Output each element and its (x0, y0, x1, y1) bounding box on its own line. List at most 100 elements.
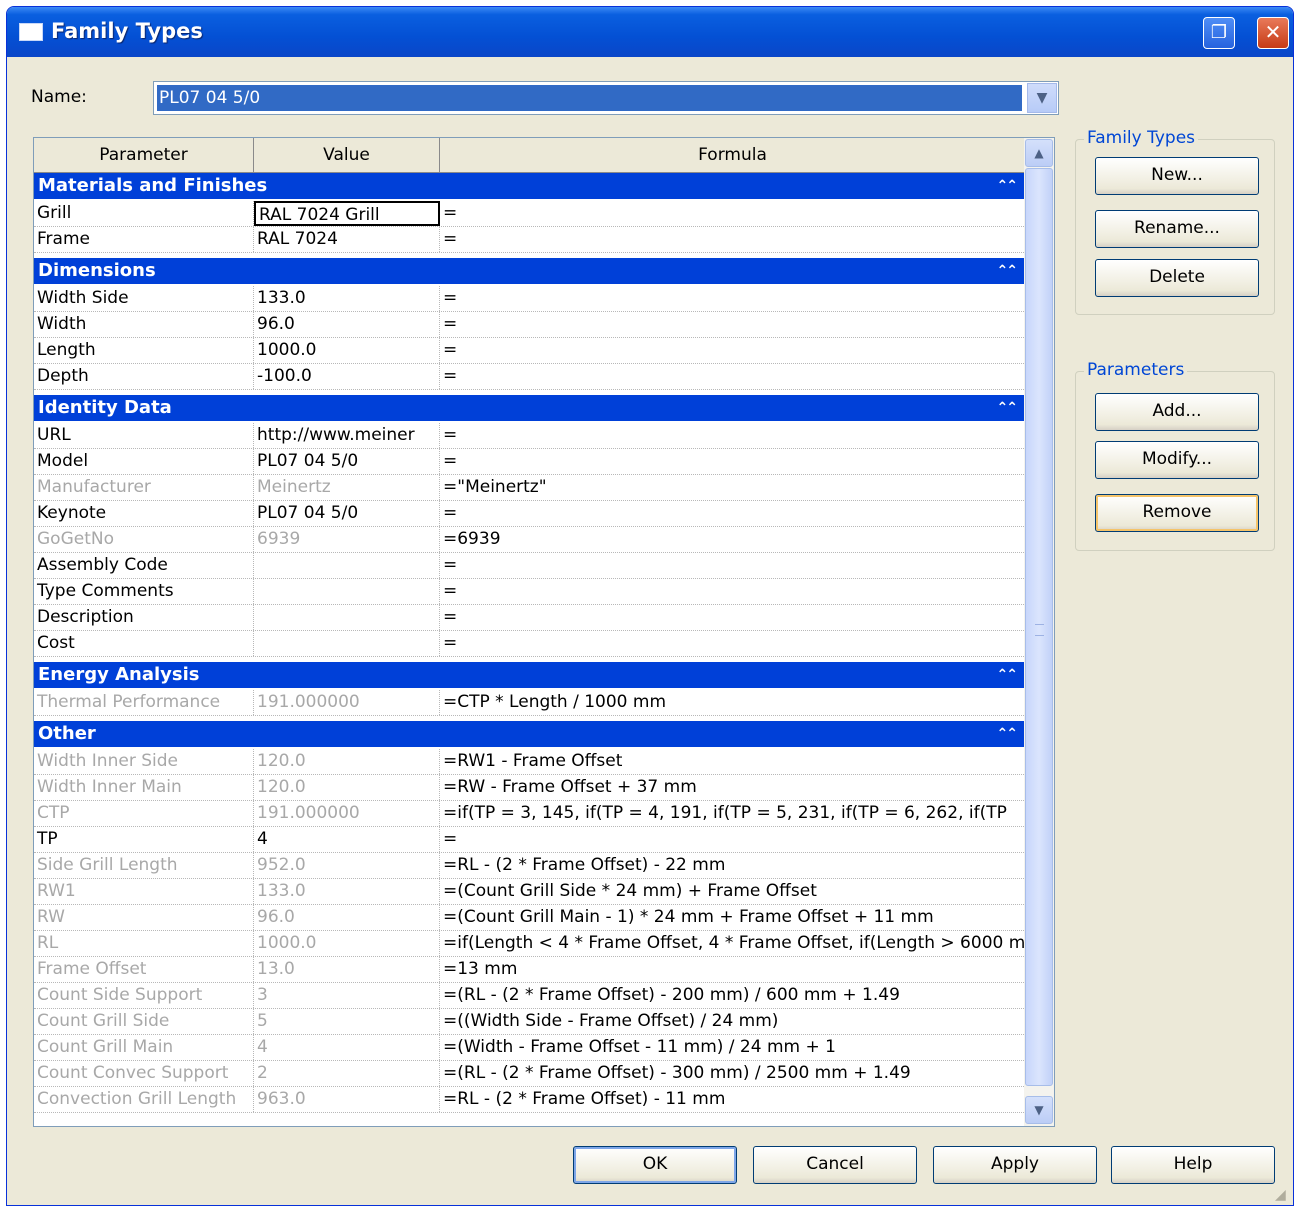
close-icon[interactable]: ✕ (1257, 17, 1289, 49)
table-row[interactable]: Depth -100.0 = (34, 364, 1024, 390)
formula-cell[interactable]: = (440, 423, 1024, 448)
chevron-down-icon[interactable]: ▼ (1027, 83, 1057, 113)
scroll-down-icon[interactable]: ▼ (1025, 1096, 1053, 1124)
collapse-icon[interactable]: ⌃⌃ (997, 258, 1019, 284)
value-cell[interactable]: 5 (254, 1009, 440, 1034)
table-row[interactable]: RW1 133.0 =(Count Grill Side * 24 mm) + Fr… (34, 879, 1024, 905)
value-cell[interactable]: PL07 04 5/0 (254, 449, 440, 474)
formula-cell[interactable]: =(RL - (2 * Frame Offset) - 200 mm) / 60… (440, 983, 1024, 1008)
column-header-value[interactable]: Value (254, 138, 440, 172)
restore-icon[interactable]: ❐ (1203, 17, 1235, 49)
formula-cell[interactable]: =6939 (440, 527, 1024, 552)
table-row[interactable]: URL http://www.meiner = (34, 423, 1024, 449)
table-row[interactable]: Count Side Support 3 =(RL - (2 * Frame Off… (34, 983, 1024, 1009)
table-row[interactable]: Frame RAL 7024 = (34, 227, 1024, 253)
column-header-formula[interactable]: Formula (440, 138, 1026, 172)
apply-button[interactable]: Apply (933, 1146, 1097, 1184)
modify-parameter-button[interactable]: Modify... (1095, 441, 1259, 479)
table-row[interactable]: Type Comments = (34, 579, 1024, 605)
table-row[interactable]: Width Side 133.0 = (34, 286, 1024, 312)
formula-cell[interactable]: = (440, 286, 1024, 311)
value-cell[interactable]: 191.000000 (254, 801, 440, 826)
group-header[interactable]: Energy Analysis ⌃⌃ (34, 662, 1024, 690)
formula-cell[interactable]: = (440, 227, 1024, 252)
table-row[interactable]: Grill RAL 7024 Grill = (34, 201, 1024, 227)
formula-cell[interactable]: = (440, 449, 1024, 474)
value-cell[interactable]: 1000.0 (254, 338, 440, 363)
table-row[interactable]: Side Grill Length 952.0 =RL - (2 * Frame O… (34, 853, 1024, 879)
value-cell[interactable]: 13.0 (254, 957, 440, 982)
formula-cell[interactable]: = (440, 827, 1024, 852)
new-type-button[interactable]: New... (1095, 157, 1259, 195)
table-row[interactable]: Description = (34, 605, 1024, 631)
formula-cell[interactable]: =CTP * Length / 1000 mm (440, 690, 1024, 715)
column-header-parameter[interactable]: Parameter (34, 138, 254, 172)
table-row[interactable]: Count Convec Support 2 =(RL - (2 * Frame O… (34, 1061, 1024, 1087)
help-button[interactable]: Help (1111, 1146, 1275, 1184)
value-cell[interactable]: 3 (254, 983, 440, 1008)
table-row[interactable]: Width Inner Main 120.0 =RW - Frame Offset … (34, 775, 1024, 801)
collapse-icon[interactable]: ⌃⌃ (997, 721, 1019, 747)
table-row[interactable]: GoGetNo 6939 =6939 (34, 527, 1024, 553)
table-row[interactable]: Count Grill Side 5 =((Width Side - Frame O… (34, 1009, 1024, 1035)
vertical-scrollbar[interactable]: ▲ ▼ (1024, 138, 1054, 1126)
value-cell[interactable]: 2 (254, 1061, 440, 1086)
formula-cell[interactable]: = (440, 553, 1024, 578)
table-row[interactable]: Convection Grill Length 963.0 =RL - (2 * F… (34, 1087, 1024, 1113)
value-cell[interactable]: 96.0 (254, 312, 440, 337)
formula-cell[interactable]: = (440, 312, 1024, 337)
formula-cell[interactable]: =if(TP = 3, 145, if(TP = 4, 191, if(TP =… (440, 801, 1024, 826)
remove-parameter-button[interactable]: Remove (1095, 494, 1259, 532)
collapse-icon[interactable]: ⌃⌃ (997, 173, 1019, 199)
table-row[interactable]: Length 1000.0 = (34, 338, 1024, 364)
value-cell[interactable]: RAL 7024 (254, 227, 440, 252)
value-cell[interactable]: 4 (254, 1035, 440, 1060)
parameter-table[interactable]: Parameter Value Formula Materials and Fi… (33, 137, 1055, 1127)
formula-cell[interactable]: =RW1 - Frame Offset (440, 749, 1024, 774)
name-dropdown[interactable]: PL07 04 5/0 ▼ (153, 81, 1059, 115)
table-row[interactable]: Width Inner Side 120.0 =RW1 - Frame Offset (34, 749, 1024, 775)
value-cell[interactable] (254, 631, 440, 656)
resize-grip-icon[interactable]: ◢ (1275, 1187, 1291, 1203)
value-cell[interactable]: 133.0 (254, 286, 440, 311)
table-row[interactable]: Assembly Code = (34, 553, 1024, 579)
value-cell[interactable]: 952.0 (254, 853, 440, 878)
table-row[interactable]: RW 96.0 =(Count Grill Main - 1) * 24 mm + … (34, 905, 1024, 931)
value-cell[interactable]: 4 (254, 827, 440, 852)
value-cell[interactable]: PL07 04 5/0 (254, 501, 440, 526)
formula-cell[interactable]: = (440, 605, 1024, 630)
table-row[interactable]: Count Grill Main 4 =(Width - Frame Offset … (34, 1035, 1024, 1061)
scroll-up-icon[interactable]: ▲ (1025, 139, 1053, 167)
formula-cell[interactable]: =13 mm (440, 957, 1024, 982)
add-parameter-button[interactable]: Add... (1095, 393, 1259, 431)
ok-button[interactable]: OK (573, 1146, 737, 1184)
value-cell[interactable]: http://www.meiner (254, 423, 440, 448)
formula-cell[interactable]: =RL - (2 * Frame Offset) - 22 mm (440, 853, 1024, 878)
delete-type-button[interactable]: Delete (1095, 259, 1259, 297)
formula-cell[interactable]: =(RL - (2 * Frame Offset) - 300 mm) / 25… (440, 1061, 1024, 1086)
value-cell[interactable]: 191.000000 (254, 690, 440, 715)
formula-cell[interactable]: =if(Length < 4 * Frame Offset, 4 * Frame… (440, 931, 1024, 956)
formula-cell[interactable]: = (440, 338, 1024, 363)
formula-cell[interactable]: =(Count Grill Main - 1) * 24 mm + Frame … (440, 905, 1024, 930)
collapse-icon[interactable]: ⌃⌃ (997, 662, 1019, 688)
value-cell[interactable]: 120.0 (254, 749, 440, 774)
table-row[interactable]: Cost = (34, 631, 1024, 657)
value-cell[interactable]: 120.0 (254, 775, 440, 800)
group-header[interactable]: Identity Data ⌃⌃ (34, 395, 1024, 423)
value-cell[interactable]: -100.0 (254, 364, 440, 389)
formula-cell[interactable]: = (440, 364, 1024, 389)
cancel-button[interactable]: Cancel (753, 1146, 917, 1184)
formula-cell[interactable]: = (440, 579, 1024, 604)
value-cell[interactable]: 96.0 (254, 905, 440, 930)
table-row[interactable]: Model PL07 04 5/0 = (34, 449, 1024, 475)
group-header[interactable]: Other ⌃⌃ (34, 721, 1024, 749)
value-cell[interactable] (254, 579, 440, 604)
scrollbar-thumb[interactable] (1025, 168, 1053, 1086)
value-cell[interactable] (254, 553, 440, 578)
formula-cell[interactable]: = (440, 201, 1024, 226)
formula-cell[interactable]: =(Width - Frame Offset - 11 mm) / 24 mm … (440, 1035, 1024, 1060)
value-cell[interactable] (254, 605, 440, 630)
title-bar[interactable]: Family Types ❐ ✕ (7, 7, 1293, 57)
rename-type-button[interactable]: Rename... (1095, 210, 1259, 248)
